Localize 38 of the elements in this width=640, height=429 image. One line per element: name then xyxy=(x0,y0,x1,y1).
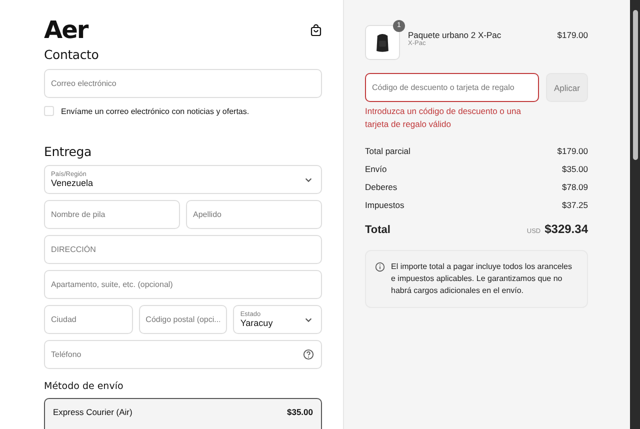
input-field[interactable]: DIRECCIÓN xyxy=(44,235,322,264)
input-field[interactable]: Teléfono xyxy=(44,340,322,369)
shipping-price: $35.00 xyxy=(287,407,313,417)
summary-label: Total parcial xyxy=(365,146,410,156)
discount-code-field[interactable]: Código de descuento o tarjeta de regalo xyxy=(365,73,539,102)
notice-text: El importe total a pagar incluye todos los aranceles e impuestos aplicables. Le garantizamos que no habrá cargos adicionales en el envío. xyxy=(391,261,573,297)
section-heading: Contacto xyxy=(44,47,100,62)
summary-label: Impuestos xyxy=(365,200,404,210)
section-heading: Entrega xyxy=(44,144,92,159)
input-field[interactable]: Ciudad xyxy=(44,305,133,334)
scrollbar[interactable] xyxy=(630,0,640,429)
summary-value: $78.09 xyxy=(562,182,588,192)
error-message: Introduzca un código de descuento o una tarjeta de regalo válido xyxy=(365,105,522,131)
input-field[interactable]: Correo electrónico xyxy=(44,69,322,98)
summary-value: $35.00 xyxy=(562,164,588,174)
input-field[interactable]: Código postal (opci... xyxy=(138,305,228,334)
info-icon xyxy=(375,262,385,272)
summary-value: $37.25 xyxy=(562,200,588,210)
total-value: $329.34 xyxy=(544,222,588,236)
shopping-bag-icon[interactable] xyxy=(310,24,322,36)
newsletter-checkbox[interactable] xyxy=(44,106,54,116)
help-icon[interactable] xyxy=(303,349,314,360)
shipping-name: Express Courier (Air) xyxy=(53,407,132,417)
brand-logo[interactable]: Aer xyxy=(44,18,88,42)
total-label: Total xyxy=(365,224,390,236)
input-field[interactable]: Apellido xyxy=(186,200,322,229)
backpack-icon xyxy=(374,32,391,52)
checkbox-label: Envíame un correo electrónico con noticias y ofertas. xyxy=(61,106,250,116)
summary-label: Deberes xyxy=(365,182,398,192)
shipping-option[interactable]: Express Courier (Air) $35.00 xyxy=(44,398,322,429)
product-name: Paquete urbano 2 X-Pac xyxy=(408,30,502,40)
input-field[interactable]: Nombre de pila xyxy=(44,200,180,229)
section-heading: Método de envío xyxy=(44,381,124,392)
apply-button[interactable]: Aplicar xyxy=(546,73,588,102)
summary-label: Envío xyxy=(365,164,387,174)
input-field[interactable]: Apartamento, suite, etc. (opcional) xyxy=(44,270,322,299)
product-price: $179.00 xyxy=(557,30,588,40)
summary-value: $179.00 xyxy=(557,146,588,156)
